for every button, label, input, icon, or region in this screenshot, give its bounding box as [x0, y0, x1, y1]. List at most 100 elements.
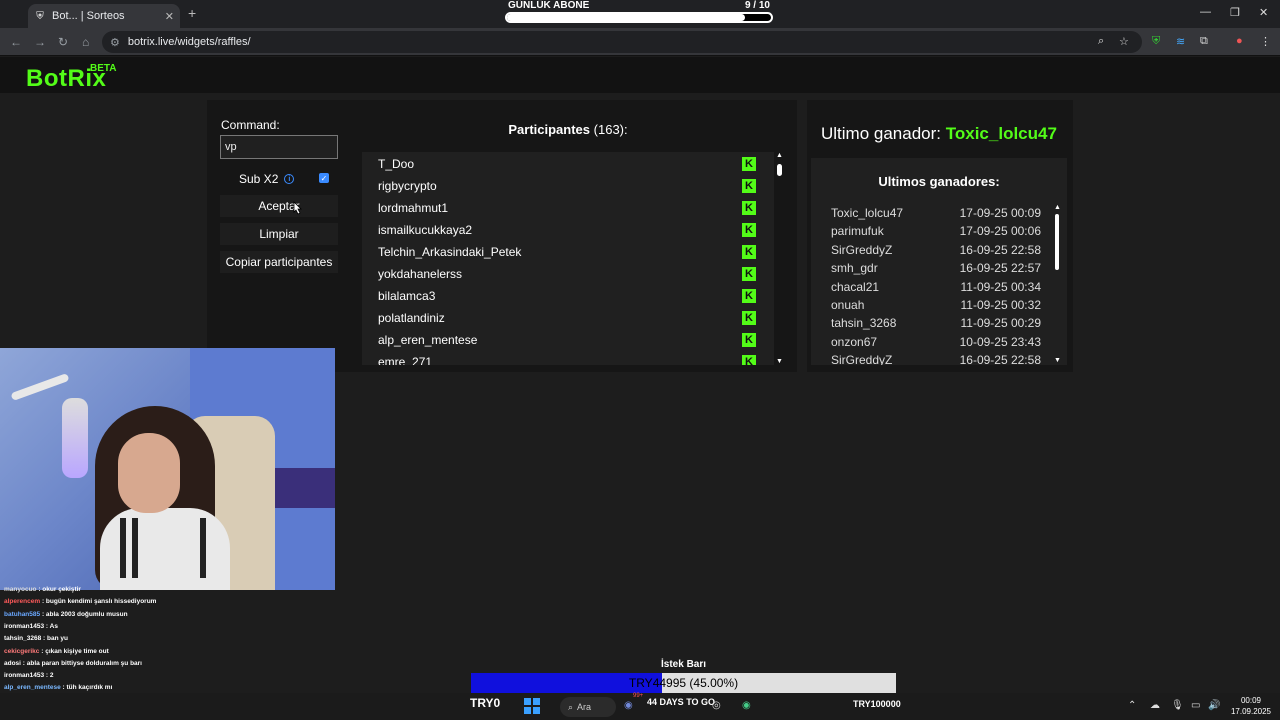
winner-date: 16-09-25 22:57 — [959, 261, 1041, 276]
participant-name: bilalamca3 — [378, 289, 436, 303]
kick-logo-icon: K — [742, 179, 756, 193]
winner-name: chacal21 — [831, 279, 880, 294]
system-clock[interactable]: 00:09 17.09.2025 — [1228, 695, 1274, 717]
chat-text: : As — [45, 622, 58, 630]
participant-row[interactable]: polatlandiniz K — [362, 307, 774, 329]
webcam-shelf — [275, 468, 335, 508]
winner-date: 17-09-25 00:06 — [959, 224, 1041, 239]
last-winner-name: Toxic_lolcu47 — [945, 124, 1057, 143]
winner-row: onzon67 10-09-25 23:43 — [831, 335, 1041, 353]
participant-row[interactable]: Telchin_Arkasindaki_Petek K — [362, 241, 774, 263]
chat-text: : çıkan kişiye time out — [41, 647, 109, 655]
profile-avatar-icon[interactable]: ● — [1236, 35, 1243, 47]
participants-list[interactable]: T_Doo K rigbycrypto Klordmahmut1 Kismailkucu… — [362, 152, 774, 365]
winner-name: onuah — [831, 298, 865, 312]
participants-count: (163): — [593, 122, 628, 137]
site-info-icon[interactable]: ⚙ — [110, 36, 120, 49]
winner-name: Toxic_lolcu47 — [831, 206, 904, 220]
mouse-cursor-icon — [293, 201, 302, 215]
chat-username: tahsin_3268 — [4, 635, 42, 643]
participant-row[interactable]: yokdahanelerss K — [362, 263, 774, 285]
subscriber-goal-fill — [507, 14, 745, 21]
browser-tab-active[interactable]: ⛨ Bot... | Sorteos ✕ — [28, 4, 180, 28]
discord-icon[interactable]: ◉ — [624, 700, 633, 711]
clock-time: 00:09 — [1240, 696, 1262, 705]
winner-date: 11-09-25 00:29 — [960, 316, 1041, 331]
extension-wave-icon[interactable]: ≋ — [1176, 35, 1185, 48]
windows-taskbar: TRY0 ⌕ Ara ◉ 99+ 44 DAYS TO GO ◎ ◉ TRY10… — [0, 693, 1280, 720]
new-tab-icon[interactable]: + — [188, 5, 196, 21]
participants-scrollbar[interactable]: ▲ ▼ — [775, 152, 785, 365]
microphone-tray-icon[interactable]: 🎙 — [1171, 700, 1184, 711]
scroll-up-icon[interactable]: ▲ — [1054, 204, 1061, 211]
app-icon[interactable]: ◎ — [712, 700, 721, 711]
days-to-go-label: 44 DAYS TO GO — [647, 697, 716, 707]
participant-row[interactable]: T_Doo K — [362, 153, 774, 175]
minimize-icon[interactable]: — — [1200, 6, 1211, 18]
menu-dots-icon[interactable]: ⋮ — [1260, 35, 1271, 48]
participant-name: yokdahanelerss — [378, 267, 463, 281]
participant-name: polatlandiniz — [378, 311, 445, 325]
recent-winners-list[interactable]: Ultimos ganadores: Toxic_lolcu47 17-09-25… — [811, 158, 1067, 365]
kick-logo-icon: K — [742, 311, 756, 325]
chat-text: : ban yu — [43, 635, 68, 643]
reload-icon[interactable]: ↻ — [58, 35, 68, 49]
command-label: Command: — [221, 118, 280, 132]
winner-name: parimufuk — [831, 224, 884, 239]
accept-button[interactable]: Aceptar — [220, 195, 338, 217]
address-bar[interactable]: ⚙ botrix.live/widgets/raffles/ — [102, 31, 1142, 53]
command-input[interactable] — [220, 135, 338, 159]
scroll-up-icon[interactable]: ▲ — [776, 152, 783, 159]
close-window-icon[interactable]: ✕ — [1259, 6, 1268, 19]
chat-username: ironman1453 — [4, 672, 45, 680]
display-icon[interactable]: ▭ — [1191, 700, 1200, 711]
zoom-icon[interactable]: ⌕ — [1098, 35, 1104, 48]
info-icon[interactable]: i — [284, 174, 295, 184]
kick-logo-icon: K — [742, 245, 756, 259]
winner-row: tahsin_3268 11-09-25 00:29 — [831, 316, 1041, 334]
windows-start-icon[interactable] — [524, 698, 540, 714]
participant-row[interactable]: lordmahmut1 K — [362, 197, 774, 219]
scroll-down-icon[interactable]: ▼ — [1054, 357, 1061, 364]
participant-name: Telchin_Arkasindaki_Petek — [378, 245, 522, 259]
volume-icon[interactable]: 🔊 — [1208, 700, 1220, 711]
extension-shield-icon[interactable]: ⛨ — [1152, 35, 1160, 48]
clock-date: 17.09.2025 — [1230, 707, 1272, 716]
participant-row[interactable]: emre_271 K — [362, 351, 774, 365]
participant-name: alp_eren_mentese — [378, 333, 478, 347]
taskbar-search[interactable]: ⌕ Ara — [560, 697, 616, 717]
chrome-icon[interactable]: ◉ — [742, 700, 751, 711]
chat-message: alp_eren_mentese : tüh kaçırdık mı — [4, 684, 112, 691]
forward-icon[interactable]: → — [34, 35, 46, 49]
winner-date: 17-09-25 00:09 — [959, 206, 1041, 220]
participant-row[interactable]: rigbycrypto K — [362, 175, 774, 197]
cloud-icon[interactable]: ☁ — [1150, 700, 1160, 711]
back-icon[interactable]: ← — [10, 35, 22, 49]
winners-scrollbar[interactable]: ▲ ▼ — [1053, 204, 1063, 364]
scrollbar-thumb[interactable] — [1055, 214, 1059, 270]
scroll-down-icon[interactable]: ▼ — [776, 358, 783, 365]
recent-winners-title: Ultimos ganadores: — [878, 174, 1000, 189]
participant-row[interactable]: alp_eren_mentese K — [362, 329, 774, 351]
participant-row[interactable]: ismailkucukkaya2 K — [362, 219, 774, 241]
chat-username: cekicgerikc — [4, 647, 40, 655]
winner-date: 16-09-25 22:58 — [959, 353, 1041, 365]
participants-heading: Participantes (163): — [362, 122, 774, 137]
close-tab-icon[interactable]: ✕ — [165, 10, 174, 23]
search-icon: ⌕ — [568, 701, 574, 712]
participant-row[interactable]: bilalamca3 K — [362, 285, 774, 307]
scrollbar-thumb[interactable] — [777, 164, 782, 176]
restore-icon[interactable]: ❐ — [1230, 6, 1240, 19]
copy-participants-button[interactable]: Copiar participantes — [220, 251, 338, 273]
last-winner-heading: Ultimo ganador: Toxic_lolcu47 — [821, 124, 1057, 144]
participant-name: rigbycrypto — [378, 179, 437, 193]
participants-title: Participantes — [508, 122, 591, 137]
bookmark-star-icon[interactable]: ☆ — [1119, 35, 1129, 48]
extensions-puzzle-icon[interactable]: ⧉ — [1200, 35, 1208, 48]
chat-username: alp_eren_mentese — [4, 684, 61, 692]
home-icon[interactable]: ⌂ — [82, 35, 89, 49]
sub-x2-checkbox[interactable]: ✓ — [319, 173, 329, 183]
chevron-up-icon[interactable]: ⌃ — [1128, 700, 1136, 711]
clear-button[interactable]: Limpiar — [220, 223, 338, 245]
microphone-icon — [62, 398, 88, 478]
